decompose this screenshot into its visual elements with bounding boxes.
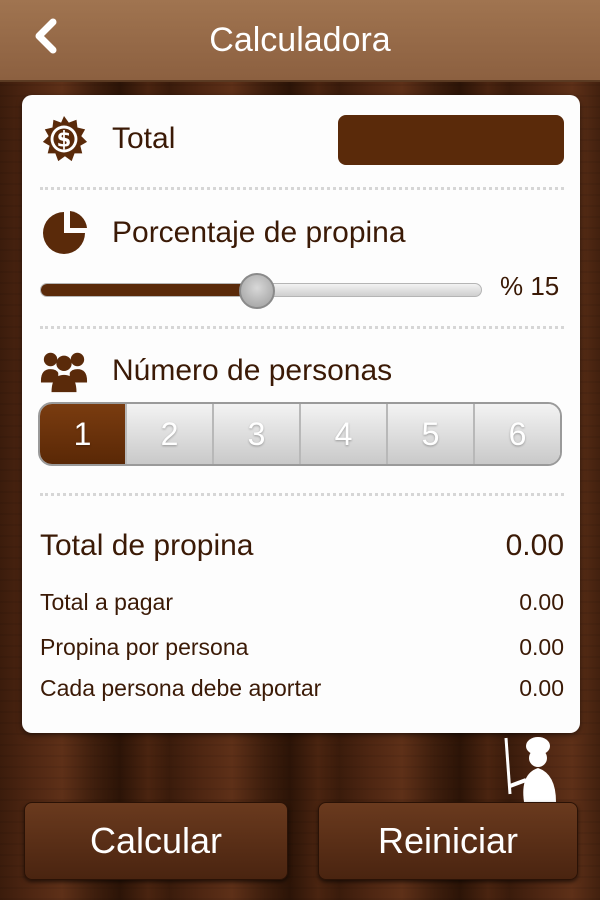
calculator-card: $ Total Porcentaje de propina % 15 Númer…	[22, 95, 580, 733]
divider	[40, 326, 564, 329]
people-option-1[interactable]: 1	[40, 404, 127, 464]
group-icon	[40, 347, 88, 395]
people-option-6[interactable]: 6	[475, 404, 560, 464]
tip-percent-label: Porcentaje de propina	[112, 216, 406, 249]
dollar-badge-icon: $	[40, 115, 88, 163]
pie-chart-icon	[40, 209, 88, 257]
people-option-2[interactable]: 2	[127, 404, 214, 464]
divider	[40, 187, 564, 190]
people-option-4[interactable]: 4	[301, 404, 388, 464]
slider-fill	[41, 284, 257, 296]
each-person-label: Cada persona debe aportar	[40, 675, 322, 701]
page-title: Calculadora	[209, 20, 391, 59]
tip-per-person-row: Propina por persona 0.00	[40, 634, 564, 661]
tip-total-row: Total de propina 0.00	[40, 529, 564, 563]
total-label: Total	[112, 122, 176, 155]
tip-slider[interactable]	[40, 273, 482, 309]
back-button[interactable]	[22, 16, 72, 66]
people-label: Número de personas	[112, 354, 393, 387]
total-input[interactable]	[338, 115, 564, 165]
people-row: Número de personas	[40, 345, 564, 397]
tip-percent-row: Porcentaje de propina	[40, 207, 564, 259]
tip-per-person-label: Propina por persona	[40, 634, 249, 660]
each-person-row: Cada persona debe aportar 0.00	[40, 675, 564, 702]
tip-total-label: Total de propina	[40, 529, 254, 562]
reset-button[interactable]: Reiniciar	[318, 802, 578, 880]
chef-icon	[504, 737, 556, 802]
svg-text:$: $	[57, 127, 72, 152]
calculate-button[interactable]: Calcular	[24, 802, 288, 880]
app-header: Calculadora	[0, 0, 600, 82]
slider-thumb[interactable]	[238, 273, 275, 309]
people-option-3[interactable]: 3	[214, 404, 301, 464]
each-person-value: 0.00	[519, 675, 564, 701]
tip-per-person-value: 0.00	[519, 634, 564, 660]
total-pay-value: 0.00	[519, 589, 564, 615]
people-option-5[interactable]: 5	[388, 404, 475, 464]
total-pay-label: Total a pagar	[40, 589, 173, 615]
tip-total-value: 0.00	[505, 529, 564, 562]
people-selector: 1 2 3 4 5 6	[38, 402, 562, 466]
divider	[40, 493, 564, 496]
tip-percent-value: % 15	[500, 271, 560, 301]
total-pay-row: Total a pagar 0.00	[40, 589, 564, 616]
chevron-left-icon	[35, 18, 57, 54]
